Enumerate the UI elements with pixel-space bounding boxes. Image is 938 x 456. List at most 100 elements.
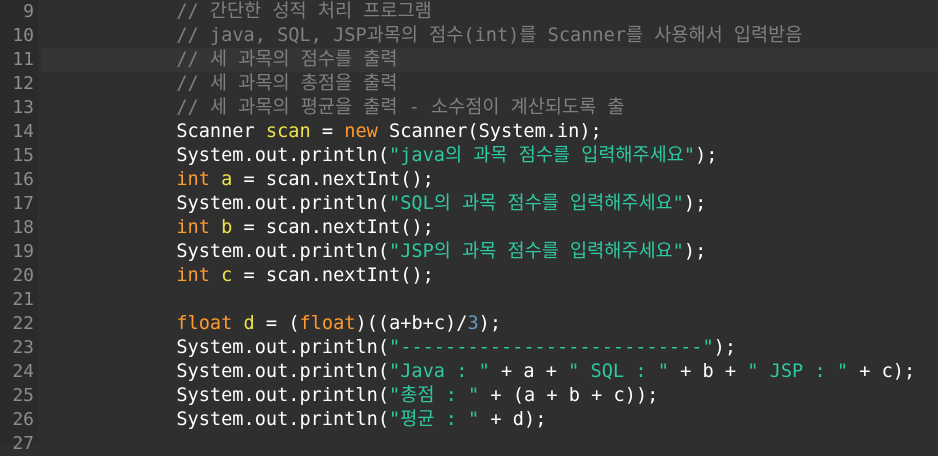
code-line[interactable]: // 간단한 성적 처리 프로그램 [42, 0, 432, 24]
line-number: 18 [12, 217, 34, 238]
code-string: "평균 : " [389, 409, 480, 430]
line-number: 22 [12, 313, 34, 334]
line-number: 13 [12, 97, 34, 118]
code-text: = ( [254, 313, 300, 334]
code-text: = scan.nextInt(); [232, 265, 434, 286]
code-text: = scan.nextInt(); [232, 217, 434, 238]
code-line[interactable]: // 세 과목의 점수를 출력 [42, 48, 938, 72]
code-text: System.out.println( [42, 361, 390, 382]
line-number: 23 [12, 337, 34, 358]
code-text: + a + [489, 361, 569, 382]
code-text: ); [683, 241, 707, 262]
code-text: ); [713, 337, 737, 358]
code-text: ); [478, 313, 502, 334]
code-variable: b [221, 217, 233, 238]
code-line[interactable]: int a = scan.nextInt(); [42, 168, 434, 192]
code-comment: // 세 과목의 총점을 출력 [176, 73, 398, 94]
code-comment: // java, SQL, JSP과목의 점수(int)를 Scanner를 사… [176, 25, 803, 46]
code-string: " JSP : " [747, 361, 849, 382]
code-line[interactable]: float d = (float)((a+b+c)/3); [42, 312, 501, 336]
line-number: 26 [12, 409, 34, 430]
line-number: 19 [12, 241, 34, 262]
line-number: 25 [12, 385, 34, 406]
code-line[interactable]: System.out.println("평균 : " + d); [42, 408, 546, 432]
line-number: 20 [12, 265, 34, 286]
code-string: "총점 : " [389, 385, 480, 406]
code-string: "---------------------------" [389, 337, 714, 358]
code-text: ); [695, 145, 718, 166]
code-string: "JSP의 과목 점수를 입력해주세요" [389, 241, 684, 262]
code-keyword: float [299, 313, 356, 334]
code-number: 3 [467, 313, 479, 334]
code-text: = scan.nextInt(); [232, 169, 434, 190]
code-text: + d); [479, 409, 547, 430]
code-text: Scanner(System.in); [377, 121, 602, 142]
code-text: + c); [848, 361, 916, 382]
code-line[interactable]: int c = scan.nextInt(); [42, 264, 434, 288]
code-line[interactable]: System.out.println("SQL의 과목 점수를 입력해주세요")… [42, 192, 706, 216]
code-text: + b + [668, 361, 748, 382]
code-line[interactable]: // java, SQL, JSP과목의 점수(int)를 Scanner를 사… [42, 24, 802, 48]
code-text: = [310, 121, 345, 142]
code-text: + (a + b + c)); [479, 385, 659, 406]
code-string: "SQL의 과목 점수를 입력해주세요" [389, 193, 684, 214]
code-string: "java의 과목 점수를 입력해주세요" [389, 145, 696, 166]
code-text: ); [683, 193, 707, 214]
line-number: 12 [12, 73, 34, 94]
code-text: System.out.println( [42, 241, 390, 262]
code-text: Scanner [42, 121, 266, 142]
line-number: 24 [12, 361, 34, 382]
code-variable: c [221, 265, 233, 286]
code-variable: a [221, 169, 233, 190]
code-text: System.out.println( [42, 409, 390, 430]
line-number: 16 [12, 169, 34, 190]
code-comment: // 세 과목의 평균을 출력 - 소수점이 계산되도록 출 [176, 97, 625, 118]
line-number: 27 [12, 433, 34, 454]
code-line[interactable]: System.out.println("java의 과목 점수를 입력해주세요"… [42, 144, 717, 168]
code-string: " SQL : " [568, 361, 669, 382]
code-line[interactable]: System.out.println("--------------------… [42, 336, 736, 360]
code-comment: // 세 과목의 점수를 출력 [176, 49, 398, 70]
code-line[interactable]: Scanner scan = new Scanner(System.in); [42, 120, 602, 144]
code-line[interactable]: System.out.println("Java : " + a + " SQL… [42, 360, 915, 384]
code-line[interactable]: // 세 과목의 총점을 출력 [42, 72, 397, 96]
code-editor[interactable]: 9 10 11 12 13 14 15 16 17 18 19 20 21 22 23 24 25 26 27 //… [0, 0, 938, 454]
code-comment: // 간단한 성적 처리 프로그램 [176, 1, 432, 22]
line-number: 21 [12, 289, 34, 310]
line-number-gutter: 9 10 11 12 13 14 15 16 17 18 19 20 21 22 23 24 25 26 27 [0, 0, 38, 454]
code-line[interactable]: System.out.println("총점 : " + (a + b + c)… [42, 384, 658, 408]
code-keyword: int [176, 217, 210, 238]
code-text: System.out.println( [42, 145, 390, 166]
code-text: )((a+b+c)/ [355, 313, 468, 334]
code-variable: d [243, 313, 255, 334]
code-line[interactable]: System.out.println("JSP의 과목 점수를 입력해주세요")… [42, 240, 706, 264]
code-line[interactable]: // 세 과목의 평균을 출력 - 소수점이 계산되도록 출 [42, 96, 625, 120]
code-keyword: int [176, 169, 210, 190]
code-keyword: new [344, 121, 378, 142]
code-line[interactable]: int b = scan.nextInt(); [42, 216, 434, 240]
line-number: 10 [12, 25, 34, 46]
code-keyword: int [176, 265, 210, 286]
code-area[interactable]: // 간단한 성적 처리 프로그램 // java, SQL, JSP과목의 점… [42, 0, 938, 444]
line-number: 15 [12, 145, 34, 166]
line-number: 9 [23, 1, 34, 22]
code-text: System.out.println( [42, 337, 390, 358]
line-number: 17 [12, 193, 34, 214]
code-variable: scan [265, 121, 311, 142]
line-number: 11 [12, 49, 34, 70]
code-text: System.out.println( [42, 385, 390, 406]
code-text: System.out.println( [42, 193, 390, 214]
